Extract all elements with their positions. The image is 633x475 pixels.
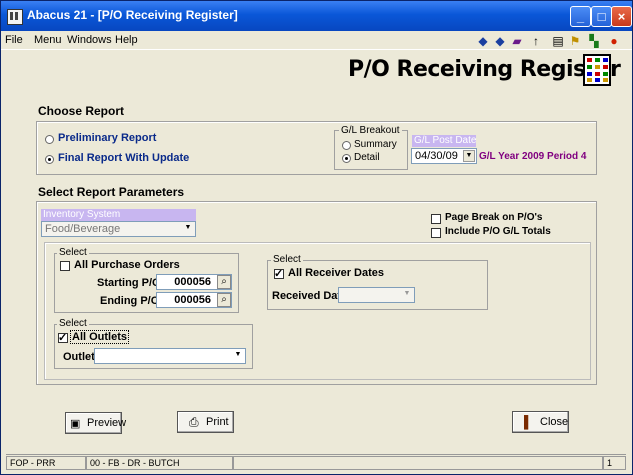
preliminary-report-label[interactable]: Preliminary Report bbox=[58, 132, 156, 144]
close-button[interactable]: ▌ Close bbox=[512, 411, 569, 433]
choose-report-panel bbox=[36, 121, 597, 175]
gl-period-text: G/L Year 2009 Period 4 bbox=[479, 151, 587, 162]
all-outlets-label[interactable]: All Outlets bbox=[70, 330, 130, 344]
maximize-icon: □ bbox=[597, 9, 606, 24]
summary-label[interactable]: Summary bbox=[354, 139, 397, 150]
received-date-field[interactable]: ▼ bbox=[338, 287, 415, 303]
app-icon[interactable] bbox=[7, 9, 23, 25]
arrow-left-icon[interactable]: ◆ bbox=[475, 33, 491, 49]
close-window-button[interactable]: × bbox=[611, 6, 632, 27]
gl-breakout-group bbox=[334, 130, 408, 170]
gl-post-date-label: G/L Post Date bbox=[412, 135, 477, 147]
gl-breakout-caption: G/L Breakout bbox=[339, 125, 402, 136]
received-date-label: Received Date bbox=[272, 290, 348, 302]
app-window: Abacus 21 - [P/O Receiving Register] _ □… bbox=[0, 0, 633, 475]
window-title: Abacus 21 - [P/O Receiving Register] bbox=[27, 8, 238, 22]
preview-button[interactable]: ▣ Preview bbox=[65, 412, 126, 434]
status-cell-message bbox=[233, 456, 603, 470]
final-report-radio[interactable] bbox=[45, 155, 54, 164]
inventory-system-value: Food/Beverage bbox=[45, 223, 121, 235]
stop-icon[interactable]: ● bbox=[606, 33, 622, 49]
maximize-button[interactable]: □ bbox=[591, 6, 612, 27]
detail-label[interactable]: Detail bbox=[354, 152, 380, 163]
starting-po-label: Starting P/O bbox=[97, 277, 161, 289]
outlet-label: Outlet bbox=[63, 351, 95, 363]
inventory-system-select[interactable]: Food/Beverage ▼ bbox=[41, 221, 196, 237]
ending-po-value: 000056 bbox=[174, 294, 211, 306]
outlet-select[interactable]: ▼ bbox=[94, 348, 246, 364]
preview-icon: ▣ bbox=[70, 418, 81, 430]
close-icon: × bbox=[617, 9, 626, 24]
abacus-logo bbox=[583, 54, 611, 86]
book-icon[interactable]: ▰ bbox=[509, 33, 525, 49]
summary-radio[interactable] bbox=[342, 141, 351, 150]
toolbar: ◆ ◆ ▰ ↑ ▤ ⚑ ▚ ● bbox=[1, 30, 632, 50]
calculator-icon[interactable]: ▤ bbox=[550, 33, 566, 49]
params-heading: Select Report Parameters bbox=[38, 185, 185, 199]
po-select-caption: Select bbox=[57, 247, 89, 258]
page-break-checkbox[interactable] bbox=[431, 214, 441, 224]
minimize-icon: _ bbox=[576, 9, 585, 24]
ending-po-label: Ending P/O bbox=[100, 295, 160, 307]
status-cell-program: FOP - PRR bbox=[6, 456, 86, 470]
choose-report-heading: Choose Report bbox=[38, 104, 125, 118]
include-gl-label[interactable]: Include P/O G/L Totals bbox=[445, 226, 551, 237]
chevron-down-icon[interactable]: ▼ bbox=[232, 350, 244, 362]
all-purchase-orders-label[interactable]: All Purchase Orders bbox=[74, 259, 180, 271]
final-report-label[interactable]: Final Report With Update bbox=[58, 152, 189, 164]
search-icon[interactable]: ⌕ bbox=[217, 293, 231, 307]
gl-post-date-value: 04/30/09 bbox=[415, 150, 458, 162]
chevron-down-icon[interactable]: ▼ bbox=[182, 223, 194, 235]
preliminary-report-radio[interactable] bbox=[45, 135, 54, 144]
include-gl-checkbox[interactable] bbox=[431, 228, 441, 238]
exit-door-icon[interactable]: ▚ bbox=[586, 33, 602, 49]
all-purchase-orders-checkbox[interactable] bbox=[60, 261, 70, 271]
runner-icon[interactable]: ⚑ bbox=[567, 33, 583, 49]
all-receiver-dates-checkbox[interactable] bbox=[274, 267, 284, 280]
arrow-right-icon[interactable]: ◆ bbox=[492, 33, 508, 49]
outlet-select-caption: Select bbox=[57, 318, 89, 329]
chevron-down-icon[interactable]: ▼ bbox=[463, 150, 475, 162]
print-button-label: Print bbox=[206, 416, 229, 428]
all-outlets-checkbox[interactable] bbox=[58, 331, 68, 344]
all-receiver-dates-label[interactable]: All Receiver Dates bbox=[288, 267, 384, 279]
status-bar: FOP - PRR 00 - FB - DR - BUTCH 1 bbox=[6, 454, 626, 472]
print-button[interactable]: ⎙ Print bbox=[177, 411, 234, 433]
exit-door-icon: ▌ bbox=[524, 415, 533, 429]
inventory-system-label: Inventory System bbox=[41, 209, 196, 221]
pointer-icon[interactable]: ↑ bbox=[528, 33, 544, 49]
status-cell-user: 00 - FB - DR - BUTCH bbox=[86, 456, 233, 470]
starting-po-value: 000056 bbox=[174, 276, 211, 288]
minimize-button[interactable]: _ bbox=[570, 6, 591, 27]
detail-radio[interactable] bbox=[342, 154, 351, 163]
status-cell-page: 1 bbox=[603, 456, 626, 470]
preview-button-label: Preview bbox=[87, 417, 127, 429]
printer-icon: ⎙ bbox=[189, 415, 199, 429]
receiver-select-caption: Select bbox=[271, 254, 303, 265]
chevron-down-icon[interactable]: ▼ bbox=[401, 289, 413, 301]
page-title: P/O Receiving Register bbox=[348, 57, 621, 82]
page-break-label[interactable]: Page Break on P/O's bbox=[445, 212, 542, 223]
close-button-label: Close bbox=[540, 416, 569, 428]
title-bar[interactable]: Abacus 21 - [P/O Receiving Register] _ □… bbox=[1, 1, 632, 31]
gl-post-date-field[interactable]: 04/30/09 ▼ bbox=[411, 148, 477, 164]
search-icon[interactable]: ⌕ bbox=[217, 275, 231, 289]
